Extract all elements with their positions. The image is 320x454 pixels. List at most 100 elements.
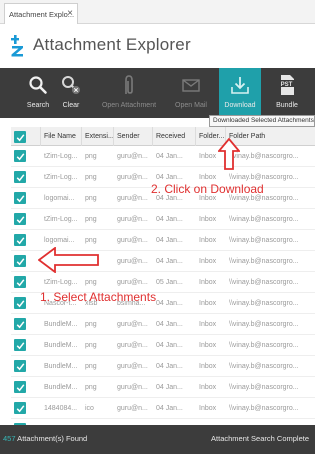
table-row[interactable]: BundleM... png guru@n... 04 Jan... Inbox \\vi… — [11, 335, 315, 356]
download-icon — [229, 74, 251, 96]
clear-search-icon — [60, 74, 82, 96]
cell-folder-path: \\vinay.b@nascorgro... — [229, 405, 299, 412]
cell-sender: guru@n... — [117, 237, 148, 244]
cell-folder: Inbox — [199, 300, 217, 307]
open-mail-label: Open Mail — [175, 102, 207, 109]
row-checkbox[interactable] — [14, 150, 26, 162]
row-checkbox[interactable] — [14, 234, 26, 246]
row-checkbox[interactable] — [14, 318, 26, 330]
cell-extension: png — [85, 321, 97, 328]
clear-label: Clear — [62, 102, 80, 109]
column-header-received[interactable]: Received — [153, 127, 196, 146]
cell-sender: guru@n... — [117, 216, 148, 223]
row-checkbox[interactable] — [14, 339, 26, 351]
cell-extension: ico — [85, 405, 94, 412]
cell-folder-path: \\vinay.b@nascorgro... — [229, 300, 299, 307]
attachments-table: File Name Extensi... Sender Received Fol… — [11, 127, 315, 425]
cell-received: 04 Jan... — [156, 321, 183, 328]
cell-folder: Inbox — [199, 321, 217, 328]
row-checkbox[interactable] — [14, 402, 26, 414]
cell-file-name: BundleM... — [44, 321, 78, 328]
cell-received: 04 Jan... — [156, 342, 183, 349]
attachment-count-status: 457 Attachment(s) Found — [3, 434, 87, 443]
open-mail-icon — [180, 74, 202, 96]
cell-received: 04 Jan... — [156, 384, 183, 391]
cell-extension: png — [85, 363, 97, 370]
open-mail-button[interactable]: Open Mail — [170, 68, 212, 118]
row-checkbox[interactable] — [14, 192, 26, 204]
row-checkbox[interactable] — [14, 255, 26, 267]
cell-received: 04 Jan... — [156, 237, 183, 244]
cell-folder-path: \\vinay.b@nascorgro... — [229, 321, 299, 328]
up-arrow-annotation — [218, 138, 240, 170]
table-row[interactable]: 1484084... ico guru@n... 04 Jan... Inbox \\vi… — [11, 398, 315, 419]
row-checkbox[interactable] — [14, 276, 26, 288]
svg-text:PST: PST — [281, 82, 293, 88]
cell-file-name: BundleM... — [44, 384, 78, 391]
select-all-header[interactable] — [11, 127, 41, 146]
pst-bundle-icon: PST — [276, 74, 298, 96]
cell-folder-path: \\vinay.b@nascorgro... — [229, 258, 299, 265]
cell-file-name: BundleM... — [44, 342, 78, 349]
search-button[interactable]: Search — [24, 68, 52, 118]
cell-sender: guru@n... — [117, 174, 148, 181]
cell-folder-path: \\vinay.b@nascorgro... — [229, 384, 299, 391]
click-download-annotation: 2. Click on Download — [151, 182, 264, 196]
tz-logo-icon — [11, 35, 23, 57]
row-checkbox[interactable] — [14, 360, 26, 372]
download-tooltip: Downloaded Selected Attachments — [209, 115, 315, 127]
cell-file-name: logomai... — [44, 195, 75, 202]
cell-folder: Inbox — [199, 258, 217, 265]
table-row[interactable]: tZim-Log... png guru@n... 04 Jan... Inbox \\v… — [11, 209, 315, 230]
cell-sender: guru@n... — [117, 258, 148, 265]
toolbar: Search Clear Open Attachment Open Mail D… — [0, 68, 315, 118]
close-icon[interactable]: × — [67, 8, 73, 20]
bundle-label: Bundle — [276, 102, 298, 109]
cell-received: 05 Jan... — [156, 279, 183, 286]
cell-file-name: 1484084... — [44, 405, 78, 412]
table-row[interactable]: tZim-Log... png guru@n... 04 Jan... Inbox \\v… — [11, 146, 315, 167]
row-checkbox[interactable] — [14, 213, 26, 225]
cell-received: 04 Jan... — [156, 363, 183, 370]
row-checkbox[interactable] — [14, 297, 26, 309]
app-title: Attachment Explorer — [33, 35, 191, 54]
cell-extension: png — [85, 195, 97, 202]
tab-bar: Attachment Explo... × — [0, 0, 315, 24]
cell-folder-path: \\vinay.b@nascorgro... — [229, 216, 299, 223]
clear-button[interactable]: Clear — [58, 68, 84, 118]
attachment-count: 457 — [3, 434, 16, 443]
app-header: Attachment Explorer — [0, 25, 315, 68]
open-attachment-button[interactable]: Open Attachment — [98, 68, 160, 118]
column-header-sender[interactable]: Sender — [114, 127, 153, 146]
cell-folder-path: \\vinay.b@nascorgro... — [229, 363, 299, 370]
cell-sender: guru@n... — [117, 153, 148, 160]
cell-extension: png — [85, 384, 97, 391]
tab-title: Attachment Explo... — [9, 9, 75, 19]
search-status: Attachment Search Complete — [211, 434, 309, 443]
table-row[interactable]: BundleM... png guru@n... 04 Jan... Inbox \\vi… — [11, 314, 315, 335]
cell-received: 04 Jan... — [156, 258, 183, 265]
left-arrow-annotation — [38, 247, 99, 273]
attachment-count-label: Attachment(s) Found — [15, 434, 88, 443]
cell-sender: guru@n... — [117, 363, 148, 370]
cell-received: 04 Jan... — [156, 216, 183, 223]
cell-file-name: tZim-Log... — [44, 216, 78, 223]
cell-sender: guru@n... — [117, 321, 148, 328]
select-all-checkbox[interactable] — [14, 131, 26, 143]
cell-extension: png — [85, 174, 97, 181]
cell-folder: Inbox — [199, 405, 217, 412]
row-checkbox[interactable] — [14, 171, 26, 183]
cell-sender: guru@n... — [117, 342, 148, 349]
column-header-extension[interactable]: Extensi... — [82, 127, 114, 146]
cell-folder: Inbox — [199, 363, 217, 370]
row-checkbox[interactable] — [14, 381, 26, 393]
table-row[interactable]: BundleM... png guru@n... 04 Jan... Inbox \\vi… — [11, 356, 315, 377]
download-button[interactable]: Download — [219, 68, 261, 118]
column-header-file-name[interactable]: File Name — [41, 127, 82, 146]
table-row[interactable]: BundleM... png guru@n... 04 Jan... Inbox \\vi… — [11, 377, 315, 398]
cell-file-name: BundleM... — [44, 363, 78, 370]
bundle-button[interactable]: PST Bundle — [272, 68, 302, 118]
cell-file-name: tZim-Log... — [44, 174, 78, 181]
search-icon — [27, 74, 49, 96]
tab-attachment-explorer[interactable]: Attachment Explo... × — [4, 3, 78, 24]
